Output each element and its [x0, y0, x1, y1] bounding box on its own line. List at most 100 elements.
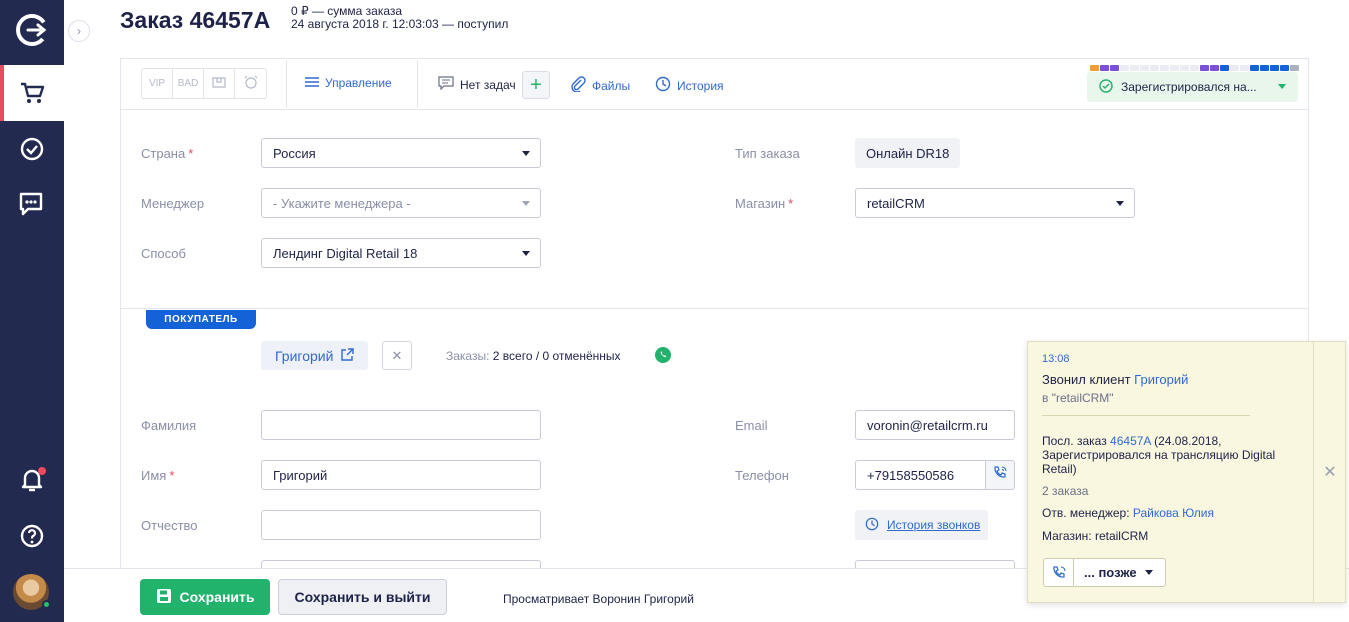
status-color-segment [1170, 65, 1179, 71]
firstname-input[interactable]: Григорий [261, 460, 541, 490]
last-order-line: Посл. заказ 46457A (24.08.2018, [1042, 434, 1222, 448]
method-label: Способ [141, 246, 186, 261]
files-button[interactable]: Файлы [570, 76, 630, 95]
whatsapp-icon[interactable] [655, 347, 671, 363]
nav-tasks[interactable] [0, 121, 64, 177]
caret-down-icon [522, 251, 530, 256]
manager-select[interactable]: - Укажите менеджера - [261, 188, 541, 218]
save-exit-button[interactable]: Сохранить и выйти [278, 579, 447, 615]
call-shop-line: в "retailCRM" [1042, 391, 1114, 405]
email-label: Email [735, 418, 768, 433]
status-color-segment [1200, 65, 1209, 71]
status-color-segment [1190, 65, 1199, 71]
phone-input[interactable]: +79158550586 [855, 460, 986, 490]
status-color-segment [1100, 65, 1109, 71]
close-icon: ✕ [391, 347, 403, 363]
phone-value: +79158550586 [867, 467, 955, 483]
last-order-info-3: Retail) [1042, 462, 1077, 476]
customer-name: Григорий [275, 347, 334, 364]
country-value: Россия [273, 145, 316, 161]
call-later-button[interactable]: ... позже [1043, 558, 1166, 587]
status-color-segment [1220, 65, 1229, 71]
add-task-button[interactable]: + [522, 71, 550, 99]
viewing-status: Просматривает Воронин Григорий [503, 592, 694, 606]
method-select[interactable]: Лендинг Digital Retail 18 [261, 238, 541, 268]
last-order-info: (24.08.2018, [1154, 434, 1222, 448]
status-color-segment [1280, 65, 1289, 71]
popup-shop-line: Магазин: retailCRM [1042, 529, 1149, 543]
call-history-button[interactable]: История звонков [855, 510, 988, 540]
save-button[interactable]: Сохранить [140, 579, 270, 615]
menu-icon [305, 76, 319, 90]
tag-vip[interactable]: VIP [142, 69, 173, 98]
popup-divider [1042, 415, 1250, 416]
tag-buttons: VIP BAD [141, 68, 267, 99]
close-icon: ✕ [1323, 464, 1337, 481]
box-icon [212, 76, 226, 91]
manager-link[interactable]: Райкова Юлия [1133, 506, 1214, 520]
retailcrm-logo[interactable] [14, 10, 50, 50]
close-popup-button[interactable]: ✕ [1313, 342, 1346, 602]
phone-icon [992, 465, 1008, 486]
save-label: Сохранить [179, 589, 255, 605]
nav-chats[interactable] [0, 177, 64, 233]
cart-icon [19, 80, 45, 106]
check-circle-icon [1099, 78, 1113, 96]
history-button[interactable]: История [655, 76, 724, 95]
phone-label: Телефон [735, 468, 789, 483]
avatar[interactable] [13, 574, 51, 610]
toolbar-divider [417, 60, 418, 108]
shop-select[interactable]: retailCRM [855, 188, 1135, 218]
tag-alarm[interactable] [235, 69, 266, 98]
plus-icon: + [530, 73, 542, 96]
order-status-select[interactable]: Зарегистрировался на... [1087, 72, 1298, 102]
manage-button[interactable]: Управление [305, 76, 392, 90]
floppy-icon [156, 588, 172, 607]
country-select[interactable]: Россия [261, 138, 541, 168]
order-date: 24 августа 2018 г. 12:03:03 — поступил [291, 17, 509, 31]
customer-link[interactable]: Григорий [261, 341, 369, 370]
caret-down-icon [1116, 201, 1124, 206]
nav-notifications[interactable] [0, 452, 64, 508]
nav-help[interactable] [0, 508, 64, 564]
status-color-segment [1240, 65, 1249, 71]
status-color-segment [1110, 65, 1119, 71]
caret-down-icon [522, 151, 530, 156]
tag-bad[interactable]: BAD [173, 69, 204, 98]
order-type-chip[interactable]: Онлайн DR18 [855, 138, 961, 168]
page-title: Заказ 46457A [120, 7, 271, 33]
lastname-input[interactable] [261, 410, 541, 440]
status-color-segment [1090, 65, 1099, 71]
tag-box[interactable] [204, 69, 235, 98]
country-label-text: Страна [141, 146, 186, 161]
external-link-icon [341, 347, 355, 364]
manager-line: Отв. менеджер: Райкова Юлия [1042, 506, 1214, 520]
required-mark: * [169, 468, 175, 483]
chat-icon [18, 191, 46, 219]
tasks-button[interactable]: Нет задач [438, 76, 516, 93]
call-client-link[interactable]: Григорий [1134, 372, 1188, 387]
call-button[interactable] [985, 460, 1015, 490]
status-color-segment [1210, 65, 1219, 71]
last-order-link[interactable]: 46457A [1110, 434, 1151, 448]
status-color-segment [1150, 65, 1159, 71]
patronymic-input[interactable] [261, 510, 541, 540]
called-prefix: Звонил клиент [1042, 372, 1131, 387]
sidebar-collapse-button[interactable]: › [68, 20, 90, 42]
last-order-prefix: Посл. заказ [1042, 434, 1107, 448]
orders-value: 2 всего / 0 отменённых [492, 349, 621, 363]
call-later-label: ... позже [1084, 565, 1137, 580]
manager-placeholder: - Укажите менеджера - [273, 195, 411, 211]
last-order-info-2: Зарегистрировался на трансляцию Digital [1042, 448, 1276, 462]
manager-label: Менеджер [141, 196, 205, 211]
order-page: › Заказ 46457A 0 ₽ — сумма заказа 24 авг… [0, 0, 1349, 622]
nav-orders[interactable] [0, 65, 64, 121]
section-divider [120, 308, 1309, 309]
required-mark: * [788, 196, 794, 211]
status-color-segment [1250, 65, 1259, 71]
email-input[interactable]: voronin@retailcrm.ru [855, 410, 1015, 440]
remove-customer-button[interactable]: ✕ [382, 341, 412, 370]
incoming-call-popup: 13:08 Звонил клиент Григорий в "retailCR… [1027, 341, 1346, 603]
method-value: Лендинг Digital Retail 18 [273, 245, 418, 261]
notification-dot [38, 467, 46, 475]
